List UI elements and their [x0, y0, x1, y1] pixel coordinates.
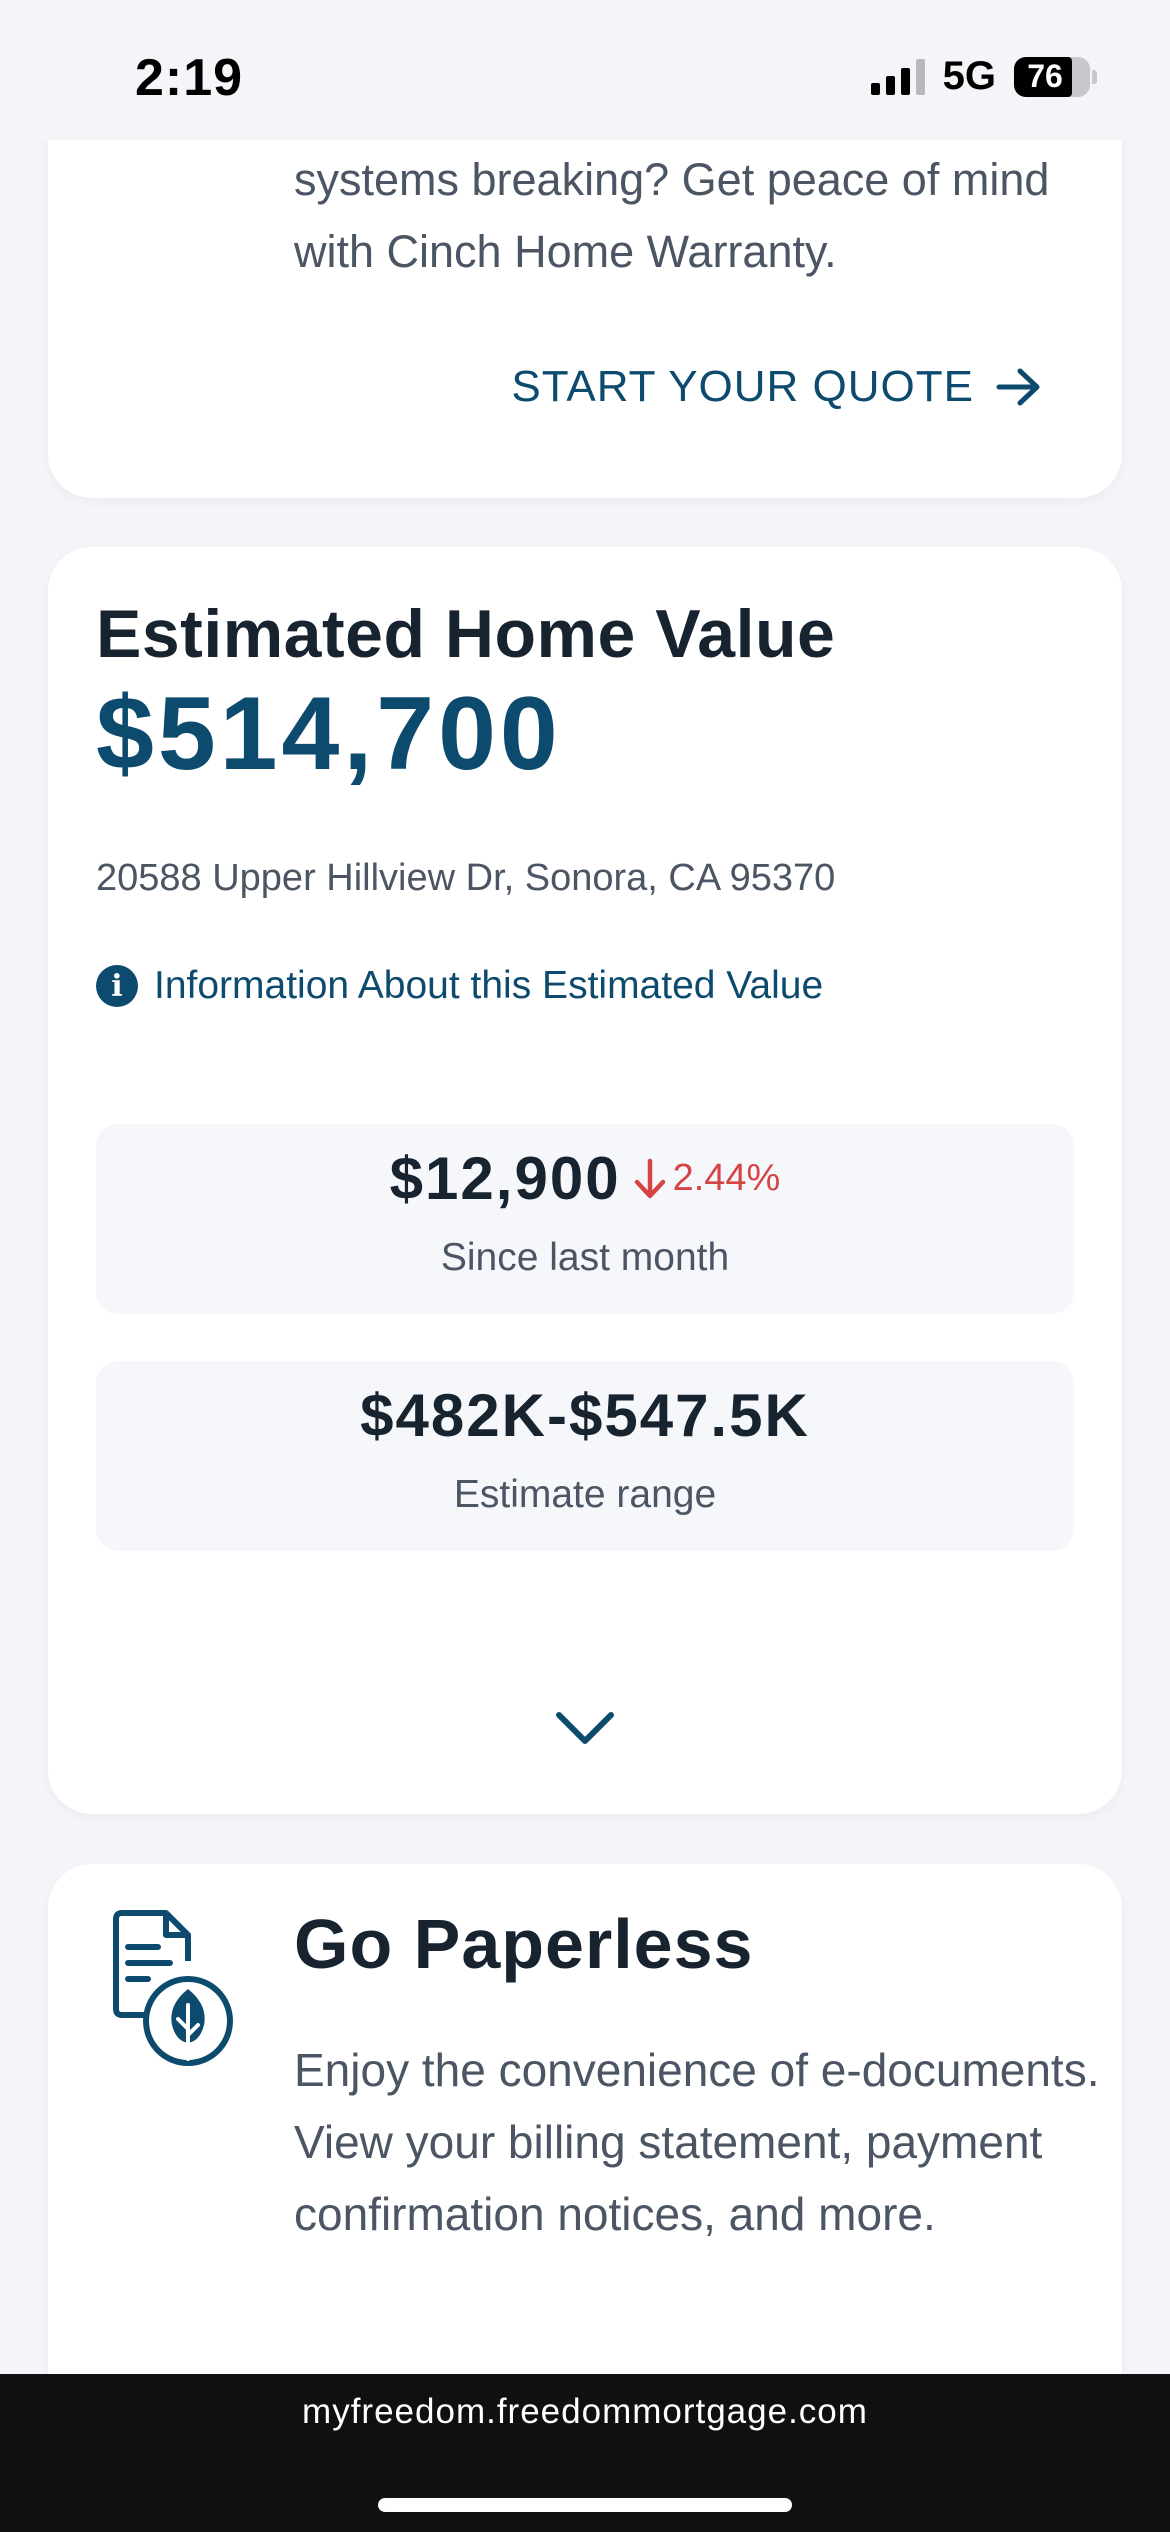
estimate-range-amount: $482K-$547.5K — [360, 1382, 810, 1449]
status-time: 2:19 — [135, 49, 244, 107]
home-indicator[interactable] — [378, 2498, 792, 2512]
monthly-change-amount: $12,900 — [389, 1145, 621, 1212]
paperless-title: Go Paperless — [294, 1905, 754, 1983]
document-leaf-icon — [113, 1910, 233, 2066]
info-icon: i — [96, 965, 138, 1007]
info-link-label: Information About this Estimated Value — [154, 964, 824, 1007]
property-address: 20588 Upper Hillview Dr, Sonora, CA 9537… — [96, 857, 836, 899]
browser-url-bar[interactable]: myfreedom.freedommortgage.com — [0, 2374, 1170, 2532]
cellular-signal-icon — [870, 58, 925, 95]
network-type: 5G — [942, 54, 996, 98]
page: 2:19 5G 76 systems breaking? Get peace o… — [0, 0, 1170, 2532]
monthly-change-percent: 2.44% — [633, 1157, 781, 1200]
url-text: myfreedom.freedommortgage.com — [302, 2392, 868, 2431]
home-value-title: Estimated Home Value — [96, 596, 836, 672]
start-quote-label: START YOUR QUOTE — [511, 362, 974, 411]
monthly-change-percent-value: 2.44% — [672, 1157, 781, 1199]
warranty-description: systems breaking? Get peace of mind with… — [294, 154, 1050, 277]
monthly-change-caption: Since last month — [440, 1236, 730, 1279]
status-indicators: 5G 76 — [870, 54, 1097, 99]
start-quote-link[interactable]: START YOUR QUOTE — [511, 362, 1042, 412]
arrow-right-icon — [996, 368, 1040, 406]
home-value-card: Estimated Home Value $514,700 20588 Uppe… — [48, 547, 1122, 1814]
status-bar: 2:19 5G 76 — [0, 0, 1170, 140]
battery-icon: 76 — [1014, 56, 1097, 97]
monthly-change-box: $12,900 2.44% Since last month — [96, 1124, 1074, 1314]
chevron-down-icon[interactable] — [553, 1707, 617, 1751]
estimate-range-caption: Estimate range — [453, 1473, 717, 1516]
arrow-down-icon — [634, 1158, 665, 1198]
estimated-value-info-link[interactable]: i Information About this Estimated Value — [96, 964, 823, 1008]
paperless-description: Enjoy the convenience of e-documents. Vi… — [294, 2044, 1100, 2240]
home-value-amount: $514,700 — [96, 676, 562, 792]
estimate-range-box: $482K-$547.5K Estimate range — [96, 1361, 1074, 1551]
battery-level: 76 — [1027, 58, 1063, 94]
